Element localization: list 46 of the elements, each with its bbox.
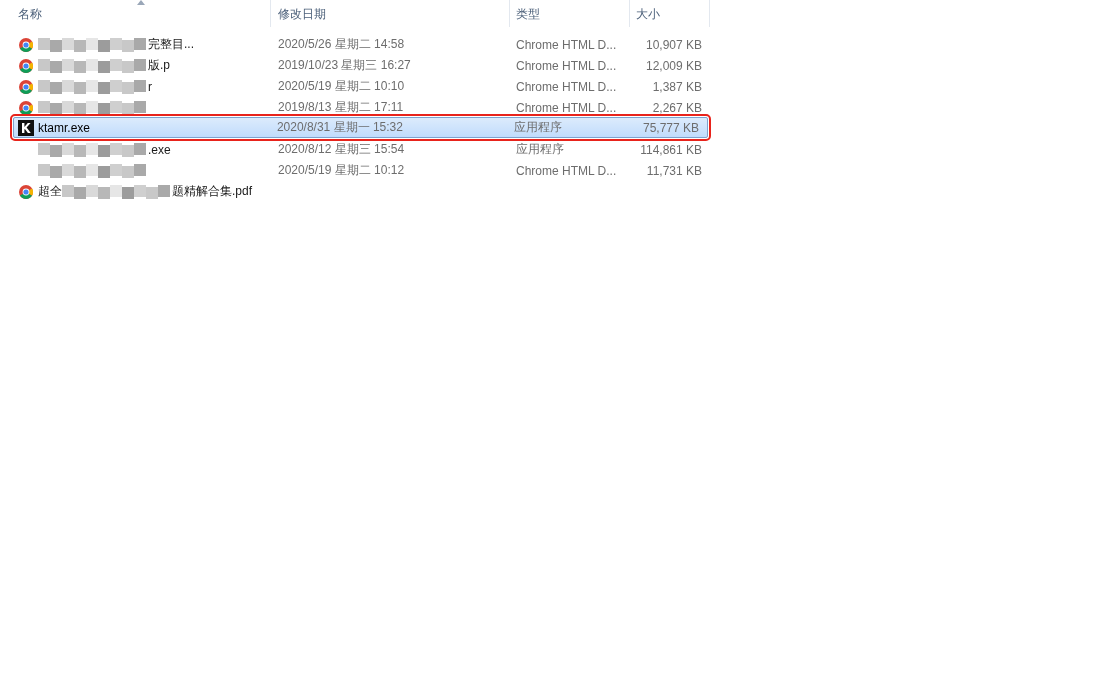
modified-date: 2020/5/19 星期二 10:10 (278, 78, 405, 95)
chrome-icon (18, 57, 34, 74)
file-name: 题精解合集.pdf (172, 183, 252, 200)
file-row[interactable]: 2019/8/13 星期二 17:11 Chrome HTML D... 2,267 KB (0, 96, 712, 117)
modified-date: 2020/5/19 星期二 10:12 (278, 162, 405, 179)
file-name: r (148, 79, 152, 94)
file-type: 应用程序 (516, 141, 564, 158)
file-row[interactable]: 超全 题精解合集.pdf (0, 180, 712, 201)
file-size: 11,731 KB (646, 163, 702, 178)
modified-date: 2019/10/23 星期三 16:27 (278, 57, 411, 74)
modified-date: 2020/8/31 星期一 15:32 (276, 119, 403, 136)
file-type: Chrome HTML D... (516, 79, 617, 94)
file-row[interactable]: ktamr.exe 2020/8/31 星期一 15:32 应用程序 75,777 KB (13, 117, 708, 138)
file-size: 12,009 KB (645, 58, 702, 73)
file-row[interactable]: 版.p 2019/10/23 星期三 16:27 Chrome HTML D... 12,009 KB (0, 54, 712, 75)
chrome-icon (18, 99, 34, 116)
modified-date: 2019/8/13 星期二 17:11 (278, 99, 404, 116)
chrome-icon (18, 183, 34, 200)
column-header[interactable]: 修改日期 (271, 0, 510, 27)
column-header[interactable]: 类型 (510, 0, 630, 27)
letter-k-icon (18, 119, 34, 136)
file-size: 2,267 KB (652, 100, 702, 115)
file-row[interactable]: 完整目... 2020/5/26 星期二 14:58 Chrome HTML D... 10,907 KB (0, 33, 712, 54)
file-row[interactable]: .exe 2020/8/12 星期三 15:54 应用程序 114,861 KB (0, 138, 712, 159)
chrome-icon (18, 36, 34, 53)
file-row[interactable]: 2020/5/19 星期二 10:12 Chrome HTML D... 11,731 KB (0, 159, 712, 180)
file-type: Chrome HTML D... (516, 58, 617, 73)
file-row[interactable]: r 2020/5/19 星期二 10:10 Chrome HTML D... 1,387 KB (0, 75, 712, 96)
file-name: 超全 (38, 183, 62, 200)
column-header[interactable]: 名称 (0, 0, 271, 27)
file-size: 75,777 KB (642, 120, 699, 135)
file-type: Chrome HTML D... (516, 37, 617, 52)
file-name: 完整目... (148, 36, 194, 53)
column-header[interactable]: 大小 (630, 0, 710, 27)
chrome-icon (18, 78, 34, 95)
modified-date: 2020/8/12 星期三 15:54 (278, 141, 405, 158)
file-type: Chrome HTML D... (516, 100, 617, 115)
file-name: ktamr.exe (38, 120, 91, 135)
file-name: .exe (148, 142, 171, 157)
file-name: 版.p (148, 57, 170, 74)
file-size: 114,861 KB (640, 142, 702, 157)
file-type: 应用程序 (513, 119, 562, 136)
file-size: 1,387 KB (652, 79, 702, 94)
file-size: 10,907 KB (645, 37, 702, 52)
file-type: Chrome HTML D... (516, 163, 617, 178)
modified-date: 2020/5/26 星期二 14:58 (278, 36, 405, 53)
